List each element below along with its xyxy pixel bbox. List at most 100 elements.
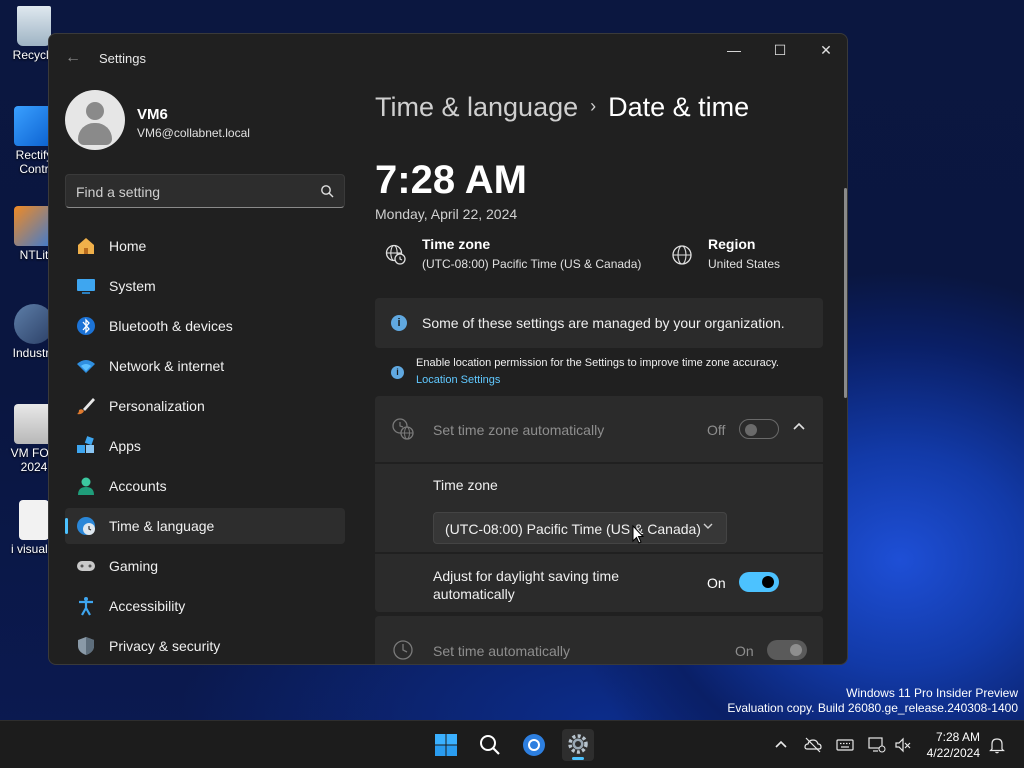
home-icon: [78, 238, 94, 254]
brush-icon: [77, 398, 95, 415]
sidebar-item-gaming[interactable]: Gaming: [65, 548, 345, 584]
accounts-icon: [78, 477, 94, 495]
accessibility-icon: [79, 597, 93, 616]
toggle-state-text: Off: [707, 422, 726, 438]
banner-text: Some of these settings are managed by yo…: [422, 315, 785, 331]
gamepad-icon: [77, 561, 95, 571]
location-note-text: Enable location permission for the Setti…: [416, 357, 779, 369]
info-icon: i: [391, 315, 407, 331]
main-content: Time & language › Date & time 7:28 AM Mond…: [375, 34, 847, 664]
timezone-dropdown[interactable]: (UTC-08:00) Pacific Time (US & Canada): [433, 512, 727, 544]
toggle-state-text: On: [707, 575, 726, 591]
sidebar-item-network[interactable]: Network & internet: [65, 348, 345, 384]
setting-label: Time zone: [433, 477, 498, 493]
sidebar-item-time-language[interactable]: Time & language: [65, 508, 345, 544]
toggle-state-text: On: [735, 643, 754, 659]
windows-logo-icon: [435, 734, 457, 756]
notification-bell-icon[interactable]: [988, 736, 1006, 754]
sidebar-item-home[interactable]: Home: [65, 228, 345, 264]
network-icon[interactable]: [868, 736, 886, 754]
sidebar-item-label: Home: [109, 238, 147, 254]
timezone-value: (UTC-08:00) Pacific Time (US & Canada): [422, 257, 642, 271]
globe-clock-icon: [77, 517, 95, 535]
gear-icon: [568, 734, 588, 754]
set-timezone-auto-toggle[interactable]: [739, 419, 779, 439]
chevron-down-icon: [702, 520, 714, 535]
timezone-title: Time zone: [422, 236, 491, 252]
taskbar-time: 7:28 AM: [935, 730, 980, 744]
bluetooth-icon: [77, 317, 95, 335]
daylight-saving-toggle[interactable]: [739, 572, 779, 592]
keyboard-icon[interactable]: [836, 736, 854, 754]
watermark-line2: Evaluation copy. Build 26080.ge_release.…: [727, 701, 1018, 715]
setting-label-line1: Adjust for daylight saving time: [433, 568, 619, 584]
active-indicator: [65, 518, 68, 534]
browser-icon: [523, 734, 545, 756]
sidebar-item-label: Network & internet: [109, 358, 225, 374]
setting-label: Set time automatically: [433, 643, 570, 659]
location-permission-note: i Enable location permission for the Set…: [375, 352, 823, 394]
taskbar-settings-button[interactable]: [562, 729, 594, 761]
system-icon: [77, 279, 95, 294]
chevron-up-icon[interactable]: [789, 416, 809, 436]
globe-clock-icon: [392, 418, 414, 440]
volume-muted-icon[interactable]: [894, 736, 912, 754]
sidebar-item-label: Personalization: [109, 398, 205, 414]
sidebar-item-label: Accessibility: [109, 598, 186, 614]
watermark-line1: Windows 11 Pro Insider Preview: [846, 686, 1018, 700]
chevron-up-icon[interactable]: [772, 736, 790, 754]
region-title: Region: [708, 236, 756, 252]
location-settings-link[interactable]: Location Settings: [416, 374, 500, 386]
current-time: 7:28 AM: [375, 158, 527, 202]
sidebar-item-apps[interactable]: Apps: [65, 428, 345, 464]
globe-clock-icon: [385, 244, 406, 265]
search-placeholder: Find a setting: [76, 184, 161, 200]
set-timezone-automatically-row[interactable]: Set time zone automatically Off: [375, 396, 823, 462]
info-icon: i: [391, 366, 404, 379]
avatar: [65, 90, 125, 150]
set-time-automatically-row[interactable]: Set time automatically On: [375, 616, 823, 664]
search-input[interactable]: Find a setting: [65, 174, 345, 208]
taskbar-clock[interactable]: 7:28 AM 4/22/2024: [927, 729, 980, 761]
sidebar-item-label: System: [109, 278, 156, 294]
evaluation-watermark: Windows 11 Pro Insider Preview Evaluatio…: [727, 686, 1018, 716]
sidebar-item-label: Gaming: [109, 558, 159, 574]
sidebar-item-bluetooth[interactable]: Bluetooth & devices: [65, 308, 345, 344]
recycle-bin-icon: [17, 6, 51, 46]
clock-icon: [393, 640, 413, 660]
scrollbar[interactable]: [844, 188, 847, 398]
onedrive-offline-icon[interactable]: [804, 736, 822, 754]
setting-label: Set time zone automatically: [433, 422, 605, 438]
taskbar-date: 4/22/2024: [926, 746, 980, 760]
search-icon: [321, 185, 334, 198]
globe-icon: [672, 245, 692, 265]
sidebar-item-system[interactable]: System: [65, 268, 345, 304]
taskbar-browser-button[interactable]: [518, 729, 550, 761]
sidebar-item-personalization[interactable]: Personalization: [65, 388, 345, 424]
apps-icon: [77, 436, 94, 453]
breadcrumb: Time & language › Date & time: [375, 92, 749, 123]
start-button[interactable]: [430, 729, 462, 761]
sidebar-item-accessibility[interactable]: Accessibility: [65, 588, 345, 624]
mouse-cursor-icon: [632, 525, 644, 544]
breadcrumb-separator: ›: [590, 96, 597, 116]
window-title: Settings: [99, 51, 146, 66]
managed-by-org-banner: i Some of these settings are managed by …: [375, 298, 823, 348]
timezone-row: Time zone (UTC-08:00) Pacific Time (US &…: [375, 464, 823, 552]
profile-email: VM6@collabnet.local: [137, 126, 250, 140]
profile-name: VM6: [137, 106, 168, 123]
sidebar-item-privacy[interactable]: Privacy & security: [65, 628, 345, 664]
sidebar-item-label: Privacy & security: [109, 638, 221, 654]
daylight-saving-row[interactable]: Adjust for daylight saving time automati…: [375, 554, 823, 612]
taskbar-search-button[interactable]: [474, 729, 506, 761]
current-date: Monday, April 22, 2024: [375, 206, 518, 222]
set-time-auto-toggle[interactable]: [767, 640, 807, 660]
sidebar-item-label: Accounts: [109, 478, 167, 494]
back-arrow-icon[interactable]: ←: [63, 48, 83, 68]
breadcrumb-parent[interactable]: Time & language: [375, 92, 578, 122]
setting-label-line2: automatically: [433, 586, 515, 602]
sidebar-item-accounts[interactable]: Accounts: [65, 468, 345, 504]
page-title: Date & time: [608, 92, 750, 122]
settings-window: ← Settings — ☐ ✕ VM6 VM6@collabnet.local…: [48, 33, 848, 665]
sidebar-item-label: Bluetooth & devices: [109, 318, 233, 334]
